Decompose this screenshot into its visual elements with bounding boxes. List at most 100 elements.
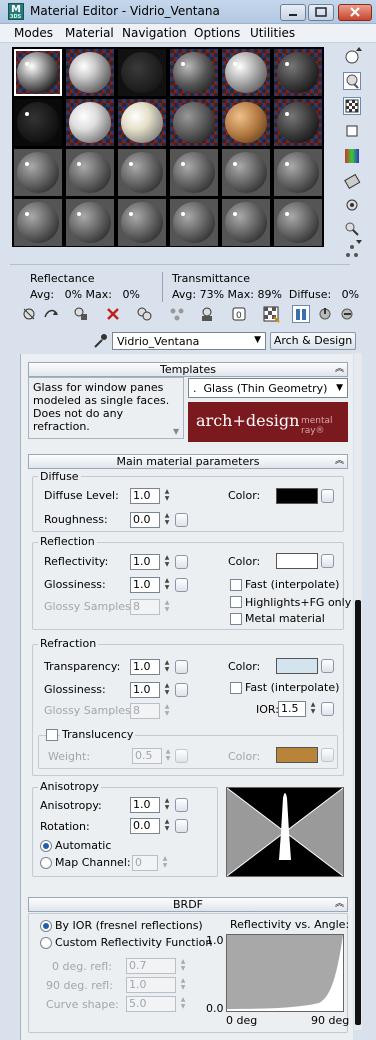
- material-sample-slot[interactable]: [274, 99, 322, 146]
- deg0-spinner[interactable]: ▲ ▼: [179, 958, 187, 974]
- brdf-rollout-header[interactable]: BRDF ︽: [28, 897, 348, 912]
- transparency-spinner[interactable]: ▲ ▼: [163, 659, 171, 675]
- reflection-color-swatch[interactable]: [276, 553, 318, 569]
- transparency-map-button[interactable]: [175, 660, 188, 674]
- menu-modes[interactable]: Modes: [14, 26, 53, 40]
- reflection-color-map-button[interactable]: [321, 554, 334, 568]
- diffuse-color-swatch[interactable]: [276, 488, 318, 504]
- material-sample-slot[interactable]: [118, 149, 166, 196]
- translucency-weight-input[interactable]: 0.5: [132, 748, 162, 764]
- ior-map-button[interactable]: [321, 702, 334, 716]
- anisotropy-map-button[interactable]: [175, 798, 188, 812]
- automatic-radio[interactable]: [40, 840, 52, 852]
- scroll-down-icon[interactable]: ▼: [173, 427, 179, 436]
- menu-material[interactable]: Material: [65, 26, 114, 40]
- menu-options[interactable]: Options: [194, 26, 240, 40]
- refraction-samples-spinner[interactable]: ▲ ▼: [163, 703, 171, 719]
- get-material-icon[interactable]: [20, 305, 38, 323]
- reflectivity-input[interactable]: 1.0: [130, 554, 160, 570]
- refraction-glossiness-spinner[interactable]: ▲ ▼: [163, 682, 171, 698]
- deg90-spinner[interactable]: ▲ ▼: [179, 977, 187, 993]
- go-forward-to-sibling-icon[interactable]: [338, 305, 356, 323]
- deg0-input[interactable]: 0.7: [126, 958, 176, 974]
- material-sample-slot[interactable]: [274, 199, 322, 246]
- material-id-channel-icon[interactable]: 0: [230, 305, 248, 323]
- refraction-samples-input[interactable]: 8: [130, 703, 160, 719]
- reflection-glossiness-spinner[interactable]: ▲ ▼: [163, 577, 171, 593]
- reset-map-delete-icon[interactable]: [104, 305, 122, 323]
- material-sample-slot[interactable]: [222, 149, 270, 196]
- put-material-to-scene-icon[interactable]: [42, 305, 60, 323]
- close-button[interactable]: [338, 4, 372, 21]
- reflectivity-spinner[interactable]: ▲ ▼: [163, 554, 171, 570]
- deg90-input[interactable]: 1.0: [126, 977, 176, 993]
- roughness-map-button[interactable]: [175, 513, 188, 527]
- material-sample-slot[interactable]: [170, 99, 218, 146]
- refraction-glossiness-map-button[interactable]: [175, 683, 188, 697]
- roughness-input[interactable]: 0.0: [130, 512, 160, 528]
- material-sample-slot[interactable]: [222, 49, 270, 96]
- show-end-result-icon[interactable]: [292, 305, 310, 323]
- by-ior-radio[interactable]: [40, 920, 52, 932]
- material-sample-slot[interactable]: [222, 99, 270, 146]
- diffuse-level-spinner[interactable]: ▲ ▼: [163, 488, 171, 504]
- rotation-input[interactable]: 0.0: [130, 818, 160, 834]
- map-channel-radio[interactable]: [40, 857, 52, 869]
- put-to-library-icon[interactable]: [198, 305, 216, 323]
- assign-material-to-selection-icon[interactable]: [72, 305, 90, 323]
- rotation-map-button[interactable]: [175, 819, 188, 833]
- translucency-weight-spinner[interactable]: ▲ ▼: [164, 748, 172, 764]
- material-sample-slot[interactable]: [14, 199, 62, 246]
- material-sample-slot[interactable]: [274, 49, 322, 96]
- material-sample-slot[interactable]: [118, 99, 166, 146]
- reflectivity-map-button[interactable]: [175, 555, 188, 569]
- reflection-samples-input[interactable]: 8: [130, 599, 160, 615]
- reflection-glossiness-input[interactable]: 1.0: [130, 577, 160, 593]
- reflection-fast-checkbox[interactable]: [230, 579, 242, 591]
- material-sample-slot[interactable]: [14, 149, 62, 196]
- transparency-input[interactable]: 1.0: [130, 659, 160, 675]
- diffuse-color-map-button[interactable]: [321, 489, 334, 503]
- anisotropy-input[interactable]: 1.0: [130, 797, 160, 813]
- make-material-copy-icon[interactable]: [136, 305, 154, 323]
- map-channel-input[interactable]: 0: [132, 855, 158, 871]
- refraction-color-swatch[interactable]: [276, 658, 318, 674]
- material-sample-slot[interactable]: [66, 149, 114, 196]
- curve-shape-spinner[interactable]: ▲ ▼: [179, 996, 187, 1012]
- material-sample-slot[interactable]: [66, 99, 114, 146]
- material-sample-slot[interactable]: [170, 199, 218, 246]
- maximize-button[interactable]: [308, 4, 334, 21]
- anisotropy-spinner[interactable]: ▲ ▼: [163, 797, 171, 813]
- pick-material-eyedropper-icon[interactable]: [92, 333, 108, 349]
- metal-material-checkbox[interactable]: [230, 613, 242, 625]
- material-name-field[interactable]: Vidrio_Ventana ▼: [112, 332, 266, 350]
- menu-navigation[interactable]: Navigation: [122, 26, 187, 40]
- map-channel-spinner[interactable]: ▲ ▼: [161, 855, 169, 871]
- curve-shape-input[interactable]: 5.0: [126, 996, 176, 1012]
- material-sample-slot[interactable]: [170, 149, 218, 196]
- ior-input[interactable]: 1.5: [278, 701, 306, 717]
- templates-rollout-header[interactable]: Templates ︽: [28, 362, 348, 377]
- app-icon[interactable]: M 3DS: [8, 3, 24, 20]
- roughness-spinner[interactable]: ▲ ▼: [163, 512, 171, 528]
- custom-reflectivity-radio[interactable]: [40, 937, 52, 949]
- ior-spinner[interactable]: ▲ ▼: [309, 701, 317, 717]
- material-sample-slot[interactable]: [274, 149, 322, 196]
- template-dropdown[interactable]: . Glass (Thin Geometry) ▼: [188, 378, 348, 398]
- reflection-glossiness-map-button[interactable]: [175, 578, 188, 592]
- show-map-in-viewport-icon[interactable]: [262, 305, 280, 323]
- material-sample-slot[interactable]: [118, 199, 166, 246]
- highlights-fg-checkbox[interactable]: [230, 596, 242, 608]
- material-sample-slot[interactable]: [14, 99, 62, 146]
- sample-slot-scrollbar[interactable]: [354, 46, 364, 246]
- material-sample-slot[interactable]: [66, 199, 114, 246]
- rollout-scrollbar-thumb[interactable]: [355, 600, 361, 1025]
- translucency-weight-map-button[interactable]: [175, 749, 188, 763]
- material-sample-slot[interactable]: [170, 49, 218, 96]
- material-sample-slot[interactable]: [66, 49, 114, 96]
- make-unique-icon[interactable]: [168, 305, 186, 323]
- refraction-color-map-button[interactable]: [321, 659, 334, 673]
- main-params-rollout-header[interactable]: Main material parameters ︽: [28, 454, 348, 469]
- diffuse-level-input[interactable]: 1.0: [130, 488, 160, 504]
- material-type-button[interactable]: Arch & Design: [270, 332, 356, 350]
